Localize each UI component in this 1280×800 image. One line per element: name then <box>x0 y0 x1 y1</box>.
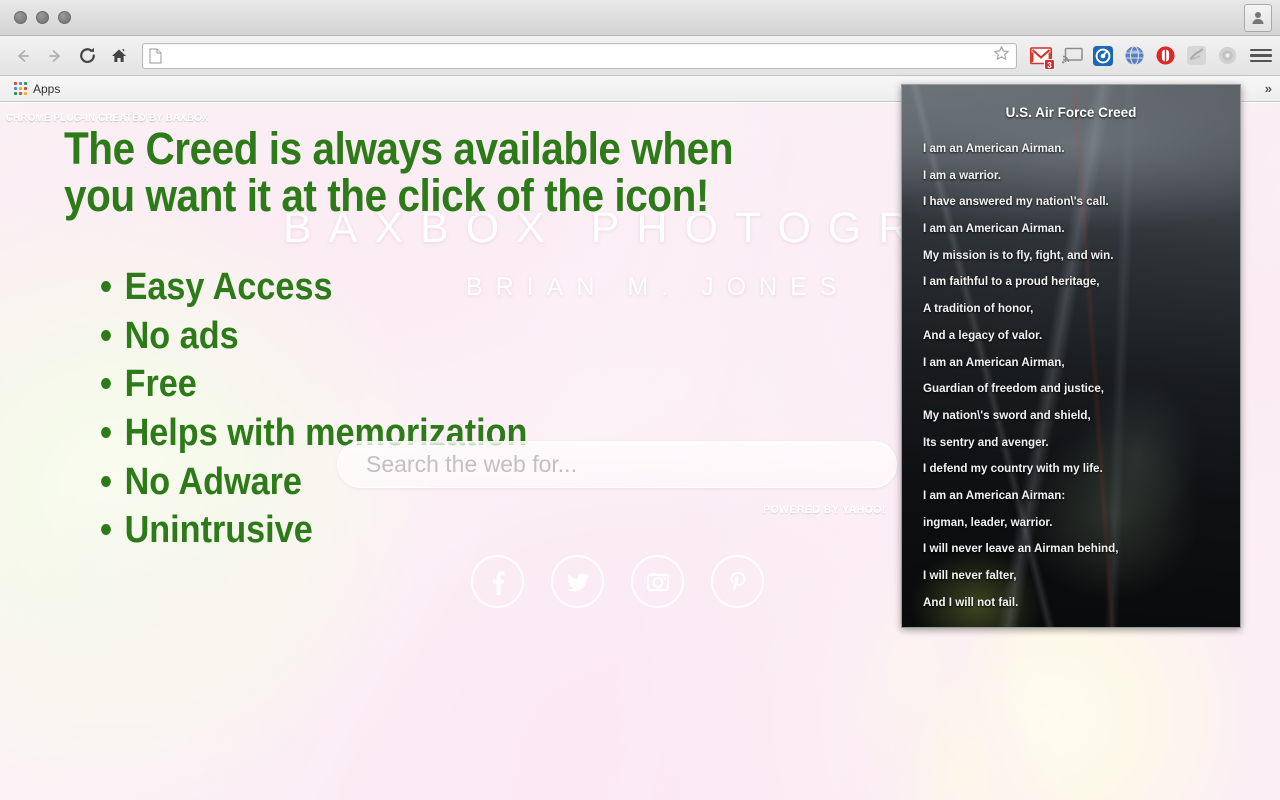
bookmark-apps[interactable]: Apps <box>8 80 66 98</box>
bookmarks-overflow-button[interactable]: » <box>1265 81 1272 96</box>
list-item: No ads <box>100 312 527 361</box>
apps-grid-icon <box>14 82 27 95</box>
creed-line: My nation\'s sword and shield, <box>923 408 1091 422</box>
popup-title: U.S. Air Force Creed <box>1005 105 1137 120</box>
page-headline: The Creed is always available when you w… <box>64 123 734 222</box>
creed-line: I have answered my nation\'s call. <box>923 195 1109 209</box>
creed-line: I am an American Airman. <box>923 142 1065 155</box>
gmail-icon[interactable]: 3 <box>1029 44 1055 70</box>
creed-line: I am a warrior. <box>923 168 1001 182</box>
arrow-left-icon <box>18 49 29 62</box>
instagram-icon[interactable] <box>631 555 684 608</box>
creed-line: I defend my country with my life. <box>923 462 1103 476</box>
home-button[interactable] <box>104 41 134 71</box>
window-controls <box>14 11 71 24</box>
creed-line: A tradition of honor, <box>923 302 1034 316</box>
close-button[interactable] <box>14 11 27 24</box>
title-bar <box>0 0 1280 36</box>
social-links <box>471 555 764 608</box>
twitter-icon[interactable] <box>551 555 604 608</box>
creed-line: I am faithful to a proud heritage, <box>923 275 1100 289</box>
chrome-menu-button[interactable] <box>1250 45 1272 67</box>
address-bar[interactable] <box>142 42 1017 69</box>
forward-button[interactable] <box>40 41 70 71</box>
powered-by-label: POWERED BY YAHOO! <box>763 504 886 516</box>
browser-window: 3 Apps » CHROME PLUG-IN CREATED BY BAXBO… <box>0 0 1280 800</box>
adblock-icon[interactable] <box>1153 44 1177 68</box>
browser-toolbar: 3 <box>0 36 1280 76</box>
reload-icon <box>79 47 95 63</box>
back-button[interactable] <box>8 41 38 71</box>
search-input[interactable]: Search the web for... <box>337 441 897 488</box>
home-icon <box>112 48 126 62</box>
list-item: Unintrusive <box>100 506 527 555</box>
list-item: Easy Access <box>100 263 527 312</box>
extension-icons: 3 <box>1025 44 1272 70</box>
profile-button[interactable] <box>1244 4 1272 32</box>
cast-icon[interactable] <box>1060 44 1084 68</box>
list-item: Free <box>100 360 527 409</box>
disabled-extension-icon[interactable] <box>1184 44 1208 68</box>
page-info-icon <box>149 48 162 63</box>
creed-line: ingman, leader, warrior. <box>923 515 1053 529</box>
creed-text: I am an American Airman. I am a warrior.… <box>923 143 1228 623</box>
creed-line: I am an American Airman, <box>923 355 1065 369</box>
bookmark-star-icon[interactable] <box>993 45 1010 67</box>
creed-line: And I will not fail. <box>923 595 1019 609</box>
globe-icon[interactable] <box>1122 44 1146 68</box>
creed-line: I am an American Airman: <box>923 488 1066 502</box>
creed-line: Its sentry and avenger. <box>923 435 1049 449</box>
creed-line: I will never falter, <box>923 569 1017 582</box>
feature-list: Easy Access No ads Free Helps with memor… <box>100 263 528 555</box>
search-placeholder: Search the web for... <box>366 451 577 477</box>
maximize-button[interactable] <box>58 11 71 24</box>
creed-line: I am an American Airman. <box>923 222 1065 236</box>
person-icon <box>1252 12 1264 24</box>
creed-line: My mission is to fly, fight, and win. <box>923 248 1114 262</box>
pocket-icon[interactable] <box>1091 44 1115 68</box>
creed-line: And a legacy of valor. <box>923 328 1043 342</box>
arrow-right-icon <box>49 49 60 62</box>
facebook-icon[interactable] <box>471 555 524 608</box>
pinterest-icon[interactable] <box>711 555 764 608</box>
creed-line: Guardian of freedom and justice, <box>923 382 1105 396</box>
extension-popup: U.S. Air Force Creed I am an American Ai… <box>901 84 1241 628</box>
reload-button[interactable] <box>72 41 102 71</box>
creed-line: I will never leave an Airman behind, <box>923 542 1119 556</box>
gmail-unread-badge: 3 <box>1044 58 1055 70</box>
disc-extension-icon[interactable] <box>1215 44 1239 68</box>
minimize-button[interactable] <box>36 11 49 24</box>
bookmark-apps-label: Apps <box>33 81 61 96</box>
